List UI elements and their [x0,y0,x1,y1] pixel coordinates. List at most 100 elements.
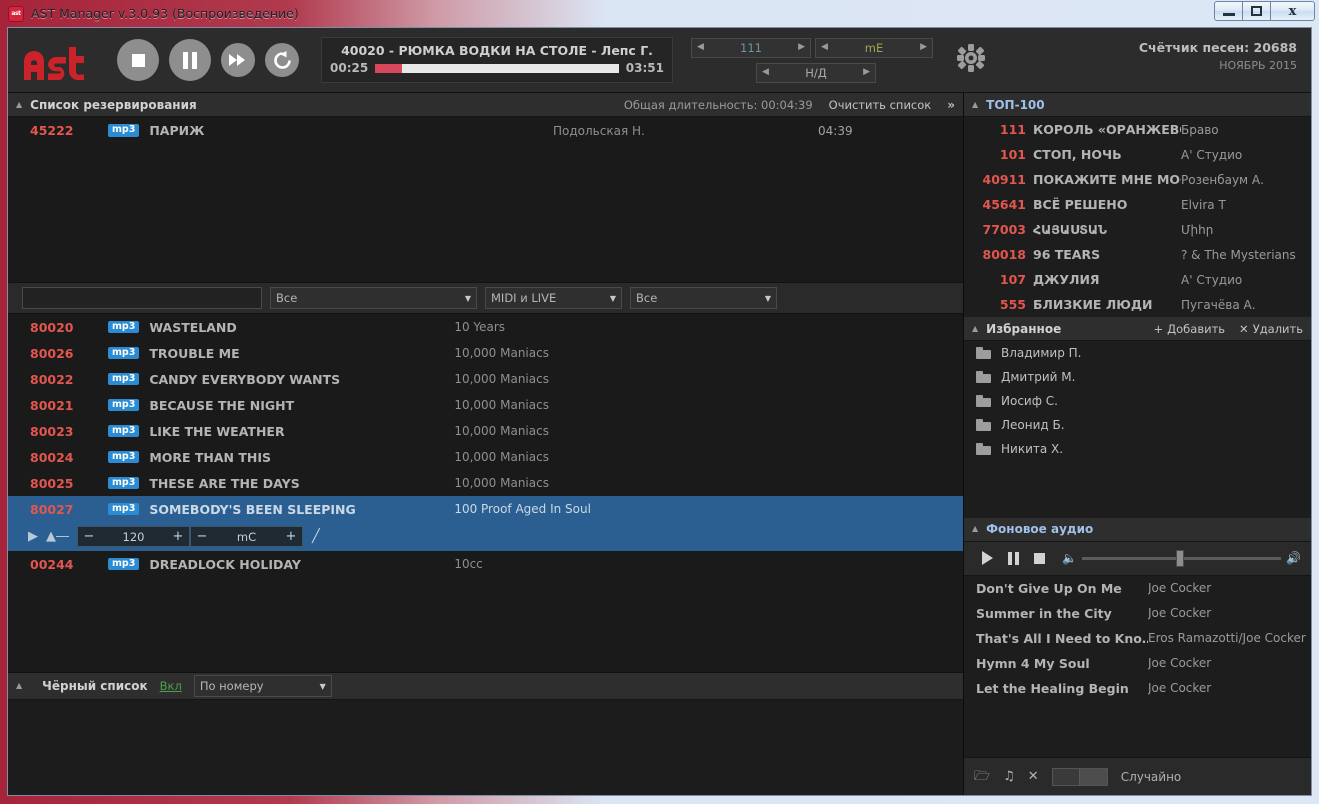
key-increment-icon[interactable]: ▶ [920,43,927,52]
key-spinner[interactable]: ◀ mE ▶ [815,37,933,58]
list-item[interactable]: 77003 ՀԱՅԱՍՏԱՆ Միհր [964,217,1311,242]
item-artist: Միհր [1181,222,1214,237]
extra-spinner[interactable]: ◀ Н/Д ▶ [756,62,876,83]
blacklist-list[interactable] [8,700,963,795]
favorites-header[interactable]: ▲ Избранное + Добавить ✕ Удалить [964,317,1311,341]
row-artist: 10,000 Maniacs [454,398,549,412]
list-item[interactable]: 107 ДЖУЛИЯ A' Студио [964,267,1311,292]
expand-icon[interactable]: » [947,98,955,112]
progress-bar[interactable] [375,63,619,73]
list-item[interactable]: Дмитрий М. [964,365,1311,389]
table-row[interactable]: 00244 mp3 DREADLOCK HOLIDAY 10cc [8,551,963,577]
bg-stop-button[interactable] [1026,552,1052,564]
list-item[interactable]: 80018 96 TEARS ? & The Mysterians [964,242,1311,267]
table-row[interactable]: 80024 mp3 MORE THAN THIS 10,000 Maniacs [8,444,963,470]
list-item[interactable]: Summer in the City Joe Cocker [964,601,1311,626]
list-item[interactable]: 40911 ПОКАЖИТЕ МНЕ МОСКВУ Розенбаум А. [964,167,1311,192]
tempo-spinner[interactable]: ◀ 111 ▶ [691,37,811,58]
collapse-caret-icon[interactable]: ▲ [16,682,22,690]
pencil-icon[interactable]: ╱ [312,529,320,544]
list-item[interactable]: Let the Healing Begin Joe Cocker [964,676,1311,701]
clear-list-button[interactable]: Очистить список [829,98,932,112]
collapse-caret-icon[interactable]: ▲ [16,100,22,109]
background-audio-list[interactable]: Don't Give Up On Me Joe Cocker Summer in… [964,575,1311,701]
background-audio-header[interactable]: ▲ Фоновое аудио [964,517,1311,542]
list-item[interactable]: Леонид Б. [964,413,1311,437]
add-favorite-button[interactable]: + Добавить [1154,322,1226,336]
delete-favorite-button[interactable]: ✕ Удалить [1239,322,1303,336]
collapse-caret-icon[interactable]: ▲ [972,525,978,533]
collapse-caret-icon[interactable]: ▲ [972,100,978,109]
list-item[interactable]: Никита Х. [964,437,1311,461]
top100-list[interactable]: 111 КОРОЛЬ «ОРАНЖЕВОЕ Л… Браво 101 СТОП,… [964,117,1311,317]
reservation-list[interactable]: 45222 mp3 ПАРИЖ Подольская Н. 04:39 [8,117,963,282]
close-button[interactable]: x [1270,1,1315,21]
favorites-list[interactable]: Владимир П. Дмитрий М. Иосиф С. Леонид Б… [964,341,1311,461]
play-icon[interactable]: ▶ [28,530,38,543]
folder-add-icon[interactable]: 🗁 [974,770,990,783]
blacklist-sort-select[interactable]: По номеру ▼ [193,675,332,697]
total-time: 03:51 [625,61,664,75]
note-add-icon[interactable]: ♫ [1003,770,1015,783]
table-row-selected[interactable]: 80027 mp3 SOMEBODY'S BEEN SLEEPING 100 P… [8,496,963,522]
genre-select[interactable]: Все ▼ [270,287,477,309]
pause-button[interactable] [169,39,211,81]
extra-decrement-icon[interactable]: ◀ [762,68,769,77]
top100-header[interactable]: ▲ ТОП-100 [964,93,1311,117]
item-number: 107 [999,272,1026,287]
lang-select[interactable]: Все ▼ [630,287,777,309]
shuffle-toggle[interactable] [1051,767,1108,786]
type-select[interactable]: MIDI и LIVE ▼ [485,287,622,309]
add-to-top-icon[interactable]: ▲― [46,530,69,543]
bg-pause-button[interactable] [1000,551,1026,565]
key-decrement-button[interactable]: − [191,530,213,543]
list-item[interactable]: Don't Give Up On Me Joe Cocker [964,576,1311,601]
next-button[interactable] [221,43,255,77]
list-item[interactable]: 555 БЛИЗКИЕ ЛЮДИ Пугачёва А. [964,292,1311,317]
table-row[interactable]: 80020 mp3 WASTELAND 10 Years [8,314,963,340]
bg-play-button[interactable] [974,551,1000,565]
list-item[interactable]: Владимир П. [964,341,1311,365]
volume-slider[interactable] [1081,549,1282,567]
settings-button[interactable] [955,42,987,78]
collapse-caret-icon[interactable]: ▲ [972,324,978,333]
table-row[interactable]: 80026 mp3 TROUBLE ME 10,000 Maniacs [8,340,963,366]
favorite-name: Владимир П. [1001,346,1082,360]
table-row[interactable]: 80023 mp3 LIKE THE WEATHER 10,000 Maniac… [8,418,963,444]
favorites-title: Избранное [986,321,1062,336]
table-row[interactable]: 80021 mp3 BECAUSE THE NIGHT 10,000 Mania… [8,392,963,418]
key-stepper[interactable]: − mC + [190,526,303,547]
key-decrement-icon[interactable]: ◀ [821,43,828,52]
tempo-stepper[interactable]: − 120 + [77,526,190,547]
list-item[interactable]: That's All I Need to Kno… Eros Ramazotti… [964,626,1311,651]
blacklist-toggle-link[interactable]: Вкл [160,679,182,693]
tempo-increment-icon[interactable]: ▶ [798,43,805,52]
search-input[interactable] [22,287,262,309]
now-playing-panel[interactable]: 40020 - РЮМКА ВОДКИ НА СТОЛЕ - Лепс Г. 0… [321,37,673,83]
list-item[interactable]: 45641 ВСЁ РЕШЕНО Elvira T [964,192,1311,217]
window-controls: x [1214,1,1315,21]
volume-control[interactable]: 🔈 🔊 [1062,549,1301,567]
tempo-increment-button[interactable]: + [167,530,189,543]
table-row[interactable]: 45222 mp3 ПАРИЖ Подольская Н. 04:39 [8,117,963,144]
table-row[interactable]: 80025 mp3 THESE ARE THE DAYS 10,000 Mani… [8,470,963,496]
tempo-decrement-icon[interactable]: ◀ [697,43,704,52]
song-list[interactable]: 80020 mp3 WASTELAND 10 Years 80026 mp3 T… [8,314,963,672]
key-increment-button[interactable]: + [280,530,302,543]
extra-increment-icon[interactable]: ▶ [863,68,870,77]
close-icon[interactable]: ✕ [1028,770,1039,783]
reservation-header[interactable]: ▲ Список резервирования Общая длительнос… [8,93,963,117]
list-item[interactable]: Иосиф С. [964,389,1311,413]
minimize-button[interactable] [1214,1,1243,21]
volume-thumb[interactable] [1175,549,1184,567]
row-title: DREADLOCK HOLIDAY [149,556,301,572]
list-item[interactable]: Hymn 4 My Soul Joe Cocker [964,651,1311,676]
list-item[interactable]: 111 КОРОЛЬ «ОРАНЖЕВОЕ Л… Браво [964,117,1311,142]
list-item[interactable]: 101 СТОП, НОЧЬ A' Студио [964,142,1311,167]
row-title: THESE ARE THE DAYS [149,475,300,491]
table-row[interactable]: 80022 mp3 CANDY EVERYBODY WANTS 10,000 M… [8,366,963,392]
restart-button[interactable] [265,43,299,77]
maximize-button[interactable] [1242,1,1271,21]
tempo-decrement-button[interactable]: − [78,530,100,543]
stop-button[interactable] [117,39,159,81]
